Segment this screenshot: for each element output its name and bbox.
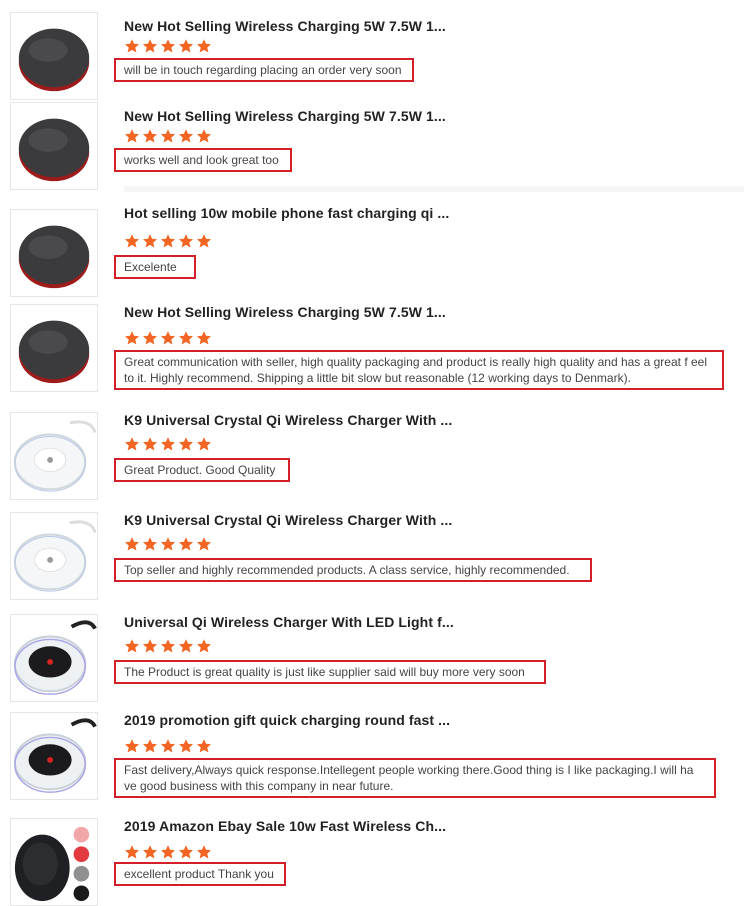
star-rating: [124, 128, 212, 146]
star-icon: [124, 436, 140, 452]
star-rating: [124, 738, 212, 756]
product-title-link[interactable]: New Hot Selling Wireless Charging 5W 7.5…: [124, 18, 446, 34]
star-icon: [142, 330, 158, 346]
star-rating: [124, 38, 212, 56]
product-thumbnail[interactable]: [10, 818, 98, 906]
star-icon: [142, 536, 158, 552]
product-title-link[interactable]: Hot selling 10w mobile phone fast chargi…: [124, 205, 449, 221]
review-comment: will be in touch regarding placing an or…: [114, 58, 414, 82]
star-icon: [178, 738, 194, 754]
star-icon: [160, 638, 176, 654]
star-icon: [196, 638, 212, 654]
star-icon: [160, 738, 176, 754]
star-icon: [196, 536, 212, 552]
product-thumbnail[interactable]: [10, 712, 98, 800]
star-icon: [196, 738, 212, 754]
product-title-link[interactable]: K9 Universal Crystal Qi Wireless Charger…: [124, 512, 452, 528]
review-comment: Great Product. Good Quality: [114, 458, 290, 482]
review-comment: Excelente: [114, 255, 196, 279]
star-icon: [178, 330, 194, 346]
star-icon: [160, 844, 176, 860]
star-icon: [124, 844, 140, 860]
product-thumbnail[interactable]: [10, 304, 98, 392]
product-title-link[interactable]: New Hot Selling Wireless Charging 5W 7.5…: [124, 304, 446, 320]
star-icon: [160, 38, 176, 54]
product-title-link[interactable]: 2019 Amazon Ebay Sale 10w Fast Wireless …: [124, 818, 446, 834]
star-rating: [124, 330, 212, 348]
star-icon: [160, 330, 176, 346]
product-title-link[interactable]: Universal Qi Wireless Charger With LED L…: [124, 614, 454, 630]
star-icon: [160, 436, 176, 452]
star-icon: [124, 536, 140, 552]
star-icon: [142, 38, 158, 54]
product-thumbnail[interactable]: [10, 102, 98, 190]
review-comment: Fast delivery,Always quick response.Inte…: [114, 758, 716, 798]
star-icon: [178, 38, 194, 54]
product-title-link[interactable]: 2019 promotion gift quick charging round…: [124, 712, 450, 728]
section-divider: [124, 186, 744, 192]
star-icon: [124, 128, 140, 144]
star-icon: [196, 436, 212, 452]
product-thumbnail[interactable]: [10, 412, 98, 500]
review-comment: works well and look great too: [114, 148, 292, 172]
star-icon: [142, 436, 158, 452]
star-rating: [124, 844, 212, 862]
star-icon: [142, 128, 158, 144]
product-thumbnail[interactable]: [10, 12, 98, 100]
star-icon: [124, 330, 140, 346]
star-icon: [124, 738, 140, 754]
star-rating: [124, 233, 212, 251]
star-icon: [160, 536, 176, 552]
star-rating: [124, 536, 212, 554]
star-icon: [196, 38, 212, 54]
star-icon: [196, 128, 212, 144]
review-comment: Great communication with seller, high qu…: [114, 350, 724, 390]
review-comment: The Product is great quality is just lik…: [114, 660, 546, 684]
star-icon: [160, 128, 176, 144]
product-thumbnail[interactable]: [10, 512, 98, 600]
star-rating: [124, 436, 212, 454]
star-rating: [124, 638, 212, 656]
product-thumbnail[interactable]: [10, 614, 98, 702]
product-title-link[interactable]: New Hot Selling Wireless Charging 5W 7.5…: [124, 108, 446, 124]
star-icon: [124, 233, 140, 249]
star-icon: [178, 436, 194, 452]
star-icon: [196, 233, 212, 249]
star-icon: [160, 233, 176, 249]
star-icon: [178, 128, 194, 144]
star-icon: [178, 233, 194, 249]
review-comment: excellent product Thank you: [114, 862, 286, 886]
review-comment: Top seller and highly recommended produc…: [114, 558, 592, 582]
star-icon: [142, 233, 158, 249]
star-icon: [178, 844, 194, 860]
star-icon: [124, 638, 140, 654]
star-icon: [178, 536, 194, 552]
star-icon: [124, 38, 140, 54]
star-icon: [142, 638, 158, 654]
product-title-link[interactable]: K9 Universal Crystal Qi Wireless Charger…: [124, 412, 452, 428]
star-icon: [196, 844, 212, 860]
product-thumbnail[interactable]: [10, 209, 98, 297]
star-icon: [142, 738, 158, 754]
star-icon: [178, 638, 194, 654]
star-icon: [142, 844, 158, 860]
star-icon: [196, 330, 212, 346]
